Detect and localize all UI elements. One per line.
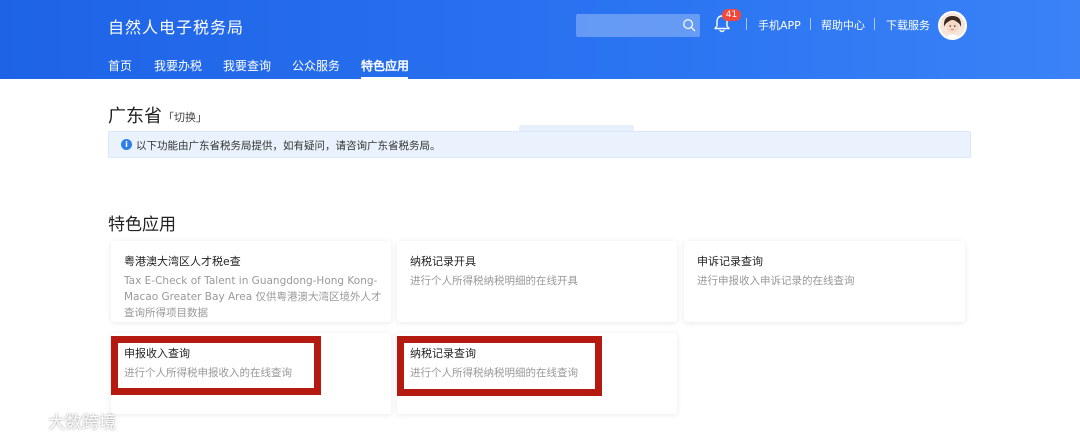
- card-title: 申诉记录查询: [697, 255, 763, 268]
- mobile-app-link[interactable]: 手机APP: [758, 17, 801, 33]
- tab-tax-handling[interactable]: 我要办税: [154, 57, 202, 74]
- top-header: 自然人电子税务局 41 手机APP 帮助中心 下载服务 首页 我要办税 我要查询…: [0, 0, 1080, 79]
- search-box[interactable]: [576, 14, 700, 37]
- active-tab-underline: [361, 77, 408, 79]
- card-appeal-record-query[interactable]: 申诉记录查询 进行申报收入申诉记录的在线查询: [684, 241, 965, 322]
- help-center-link[interactable]: 帮助中心: [821, 17, 865, 33]
- tab-special-apps[interactable]: 特色应用: [361, 57, 409, 74]
- card-tax-record-issue[interactable]: 纳税记录开具 进行个人所得税纳税明细的在线开具: [397, 241, 677, 322]
- notice-text: 以下功能由广东省税务局提供，如有疑问，请咨询广东省税务局。: [136, 140, 441, 152]
- header-divider: [810, 18, 811, 30]
- user-avatar[interactable]: [938, 11, 967, 40]
- card-title: 粤港澳大湾区人才税e查: [124, 255, 241, 268]
- download-service-link[interactable]: 下载服务: [886, 17, 930, 33]
- card-talent-tax-echeck[interactable]: 粤港澳大湾区人才税e查 Tax E-Check of Talent in Gua…: [111, 241, 391, 322]
- site-brand[interactable]: 自然人电子税务局: [108, 14, 244, 38]
- header-divider: [746, 18, 747, 30]
- highlight-box: [397, 336, 602, 396]
- watermark-text: 大数跨境: [48, 413, 116, 433]
- tab-query[interactable]: 我要查询: [223, 57, 271, 74]
- tab-home[interactable]: 首页: [108, 57, 132, 74]
- info-notice: i 以下功能由广东省税务局提供，如有疑问，请咨询广东省税务局。: [108, 131, 971, 158]
- tab-public-service[interactable]: 公众服务: [292, 57, 340, 74]
- header-divider: [874, 18, 875, 30]
- info-icon: i: [121, 139, 132, 150]
- watermark-logo-icon: [10, 413, 39, 427]
- search-icon[interactable]: [682, 18, 696, 32]
- province-name: 广东省: [108, 106, 162, 127]
- notification-badge: 41: [722, 9, 741, 21]
- card-title: 纳税记录开具: [410, 255, 476, 268]
- highlight-box: [111, 336, 321, 395]
- card-desc: Tax E-Check of Talent in Guangdong-Hong …: [124, 275, 382, 319]
- watermark: 大数跨境: [10, 408, 116, 433]
- card-desc: 进行申报收入申诉记录的在线查询: [697, 275, 855, 287]
- avatar-icon: [940, 13, 965, 38]
- card-desc: 进行个人所得税纳税明细的在线开具: [410, 275, 578, 287]
- province-switch-link[interactable]: 「切换」: [163, 109, 207, 125]
- section-title: 特色应用: [108, 215, 176, 235]
